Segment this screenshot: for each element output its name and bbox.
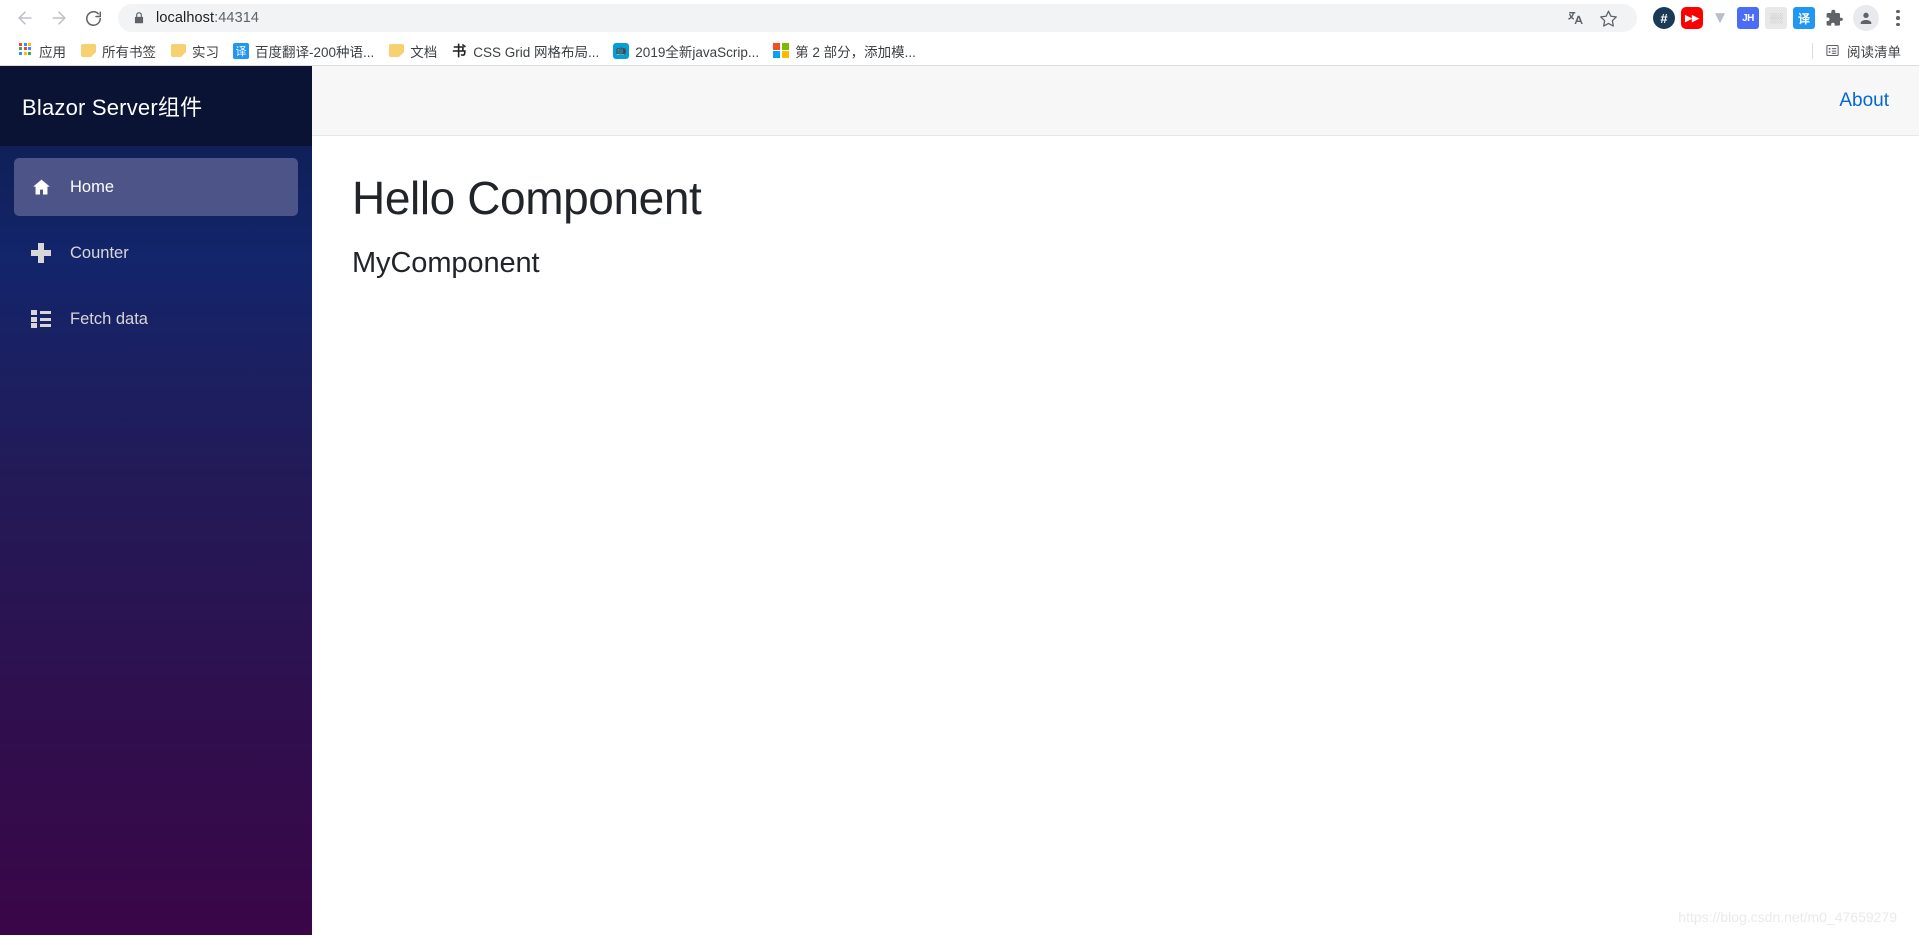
content-area: About Hello Component MyComponent https:…: [312, 66, 1919, 935]
bookmark-label: CSS Grid 网格布局...: [473, 44, 600, 60]
lock-icon: [134, 12, 144, 24]
sidebar-item-label: Counter: [70, 243, 129, 262]
youtube-extension-icon[interactable]: ▶▶: [1681, 7, 1703, 29]
watermark-text: https://blog.csdn.net/m0_47659279: [1678, 909, 1897, 925]
puzzle-extensions-icon[interactable]: [1821, 5, 1847, 31]
reading-list-button[interactable]: 阅读清单: [1804, 38, 1909, 64]
bookmark-baidu-translate[interactable]: 译 百度翻译-200种语...: [226, 38, 381, 64]
bilibili-icon: 📺: [613, 42, 630, 59]
sidebar-item-home[interactable]: Home: [14, 158, 298, 216]
app-brand-title: Blazor Server组件: [22, 95, 203, 120]
back-arrow-icon: [18, 11, 32, 25]
bookmark-docs[interactable]: 文档: [381, 38, 444, 64]
forward-button[interactable]: [42, 1, 76, 35]
sidebar-nav-list: Home Counter Fetch data: [0, 146, 312, 348]
qrcode-extension-icon[interactable]: ░░: [1765, 7, 1787, 29]
bookmark-label: 第 2 部分，添加模...: [795, 44, 916, 60]
bookmark-star-button[interactable]: [1593, 3, 1623, 33]
bookmark-label: 应用: [39, 44, 66, 60]
url-host: localhost: [156, 10, 215, 26]
browser-chrome: localhost:44314 # ▶▶ ▼ JH ░░ 译 应用 所有书签 实…: [0, 0, 1919, 66]
bookmark-label: 2019全新javaScrip...: [635, 44, 760, 60]
sidebar-item-label: Home: [70, 177, 115, 196]
forward-arrow-icon: [52, 11, 66, 25]
home-icon: [30, 176, 52, 198]
folder-icon: [80, 43, 96, 59]
puzzle-piece-icon: [1826, 9, 1843, 26]
browser-menu-button[interactable]: [1885, 3, 1911, 33]
list-icon: [30, 308, 52, 330]
reload-button[interactable]: [76, 1, 110, 35]
about-link[interactable]: About: [1839, 90, 1889, 112]
sidebar-item-label: Fetch data: [70, 309, 148, 328]
page-title: Hello Component: [352, 172, 702, 224]
microsoft-icon: [773, 42, 789, 59]
list-glyph-icon: [31, 310, 51, 328]
app-topbar: About: [312, 66, 1919, 136]
baidu-translate-icon: 译: [233, 42, 249, 59]
component-subtitle: MyComponent: [352, 246, 540, 279]
reading-list-icon: [1824, 43, 1840, 59]
divider: [1812, 42, 1813, 59]
page-viewport: Blazor Server组件 Home Counter Fetch data …: [0, 66, 1919, 935]
folder-icon: [388, 43, 404, 59]
sidebar-header: Blazor Server组件: [0, 66, 312, 146]
profile-avatar-icon[interactable]: [1853, 5, 1879, 31]
bookmark-label: 实习: [192, 44, 219, 60]
folder-icon: [170, 43, 186, 59]
address-bar[interactable]: localhost:44314: [118, 4, 1637, 32]
kebab-dot: [1896, 22, 1900, 27]
bookmark-label: 所有书签: [102, 44, 156, 60]
translate-glyph-icon: [1568, 12, 1583, 24]
app-sidebar: Blazor Server组件 Home Counter Fetch data: [0, 66, 312, 935]
reload-icon: [85, 10, 101, 26]
url-display: localhost:44314: [156, 10, 259, 26]
omnibox-actions: [1561, 3, 1623, 33]
bookmark-all-bookmarks[interactable]: 所有书签: [73, 38, 163, 64]
star-icon: [1599, 10, 1617, 27]
reading-list-label: 阅读清单: [1847, 44, 1901, 60]
sidebar-item-counter[interactable]: Counter: [14, 224, 298, 282]
main-content: Hello Component MyComponent: [312, 136, 1919, 935]
url-port: :44314: [214, 10, 260, 26]
bookmark-part2-add-module[interactable]: 第 2 部分，添加模...: [766, 38, 923, 64]
bookmark-label: 文档: [410, 44, 438, 60]
person-icon: [1860, 12, 1872, 24]
bookmark-javascript-2019[interactable]: 📺 2019全新javaScrip...: [606, 38, 766, 64]
bookmarks-bar: 应用 所有书签 实习 译 百度翻译-200种语... 文档 书 CSS Grid…: [0, 36, 1919, 66]
bookmark-internship[interactable]: 实习: [163, 38, 226, 64]
translate-icon[interactable]: [1561, 3, 1591, 33]
translate-extension-icon[interactable]: 译: [1793, 7, 1815, 29]
home-glyph-icon: [32, 179, 50, 194]
bookmark-css-grid[interactable]: 书 CSS Grid 网格布局...: [444, 38, 606, 64]
sidebar-item-fetch-data[interactable]: Fetch data: [14, 290, 298, 348]
reading-list-glyph-icon: [1825, 44, 1839, 57]
bookmark-apps[interactable]: 应用: [10, 38, 73, 64]
browser-toolbar: localhost:44314 # ▶▶ ▼ JH ░░ 译: [0, 0, 1919, 36]
back-button[interactable]: [8, 1, 42, 35]
plus-icon: [30, 242, 52, 264]
bookmark-label: 百度翻译-200种语...: [255, 44, 375, 60]
vue-devtools-extension-icon[interactable]: ▼: [1709, 7, 1731, 29]
jh-extension-icon[interactable]: JH: [1737, 7, 1759, 29]
kebab-dot: [1896, 9, 1900, 14]
plus-glyph-icon: [31, 243, 51, 263]
hash-extension-icon[interactable]: #: [1653, 7, 1675, 29]
extensions-strip: # ▶▶ ▼ JH ░░ 译: [1643, 3, 1911, 33]
shu-calligraphy-icon: 书: [452, 44, 467, 60]
apps-grid-icon: [17, 42, 33, 59]
kebab-dot: [1896, 16, 1900, 20]
